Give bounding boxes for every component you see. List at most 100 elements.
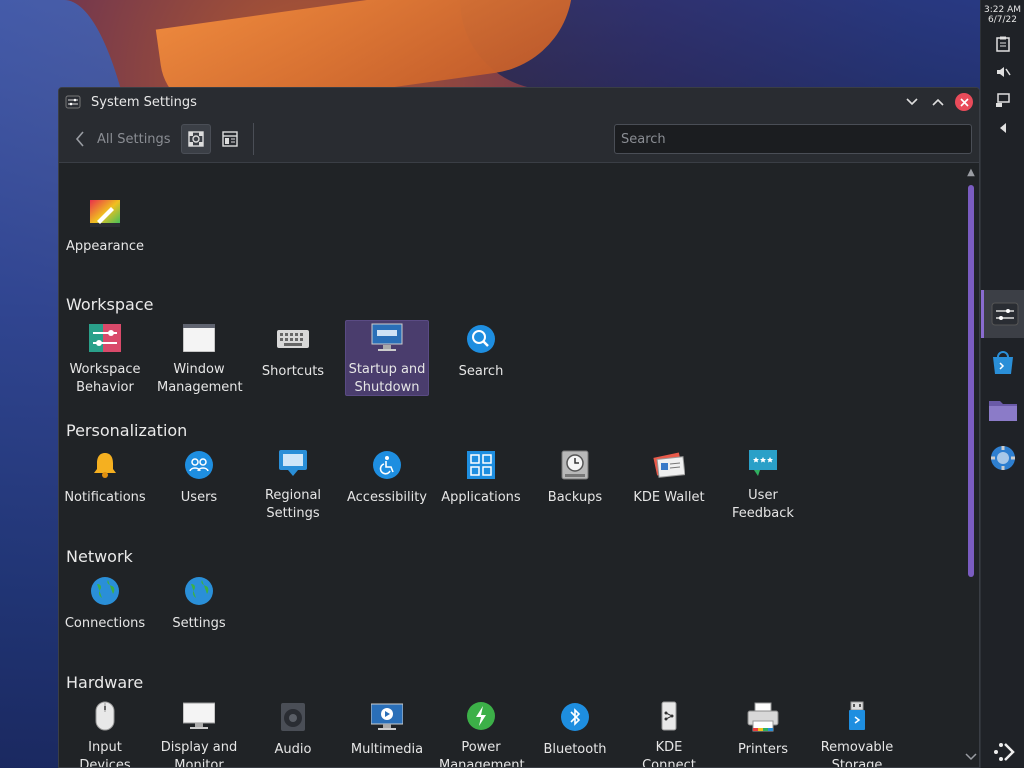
item-regional-settings[interactable]: Regional Settings: [251, 447, 335, 523]
item-accessibility[interactable]: Accessibility: [345, 447, 429, 523]
item-search[interactable]: Search: [439, 321, 523, 397]
volume-muted-icon[interactable]: [994, 63, 1012, 81]
chevron-up-icon: [932, 98, 944, 106]
item-connections[interactable]: Connections: [63, 573, 147, 649]
item-users[interactable]: Users: [157, 447, 241, 523]
clock[interactable]: 3:22 AM 6/7/22: [981, 0, 1024, 25]
item-label: Connections: [64, 616, 146, 631]
item-applications[interactable]: Applications: [439, 447, 523, 523]
close-icon: [959, 97, 969, 107]
item-label: Workspace Behavior: [69, 362, 141, 395]
item-label: Multimedia: [350, 742, 424, 757]
item-label: Regional Settings: [264, 488, 322, 521]
item-label: Settings: [172, 616, 226, 631]
item-notifications[interactable]: Notifications: [63, 447, 147, 523]
sidebar-view-button[interactable]: [215, 124, 245, 154]
item-startup-shutdown[interactable]: Startup and Shutdown: [345, 320, 429, 396]
users-icon: [183, 449, 215, 481]
titlebar[interactable]: System Settings: [59, 88, 979, 116]
item-user-feedback[interactable]: User Feedback: [721, 447, 805, 523]
item-audio[interactable]: Audio: [251, 699, 335, 767]
printer-icon: [747, 701, 779, 733]
power-icon: [465, 701, 497, 731]
item-label: KDE Connect: [642, 740, 696, 768]
item-label: Audio: [274, 742, 312, 757]
multimedia-icon: [371, 701, 403, 733]
clock-time: 3:22 AM: [984, 5, 1021, 15]
item-power-management[interactable]: Power Management: [439, 699, 525, 767]
item-label: Display and Monitor: [160, 740, 238, 768]
mouse-icon: [89, 701, 121, 731]
bluetooth-icon: [559, 701, 591, 733]
chevron-left-icon: [75, 131, 84, 147]
item-label: Users: [180, 490, 218, 505]
globe-icon: [89, 575, 121, 607]
folder-icon: [989, 401, 1017, 421]
item-label: Shortcuts: [261, 364, 325, 379]
item-display-monitor[interactable]: Display and Monitor: [157, 699, 241, 768]
item-label: Startup and Shutdown: [348, 362, 426, 395]
back-button[interactable]: All Settings: [75, 131, 171, 147]
item-label: Printers: [737, 742, 789, 757]
workspace-behavior-icon: [89, 323, 121, 353]
maximize-button[interactable]: [929, 93, 947, 111]
item-label: Search: [458, 364, 504, 379]
expand-tray-icon[interactable]: [994, 119, 1012, 137]
gear-globe-icon: [991, 446, 1015, 470]
search-icon: [465, 323, 497, 355]
item-network-settings[interactable]: Settings: [157, 573, 241, 649]
clipboard-icon[interactable]: [994, 35, 1012, 53]
usb-icon: [841, 701, 873, 731]
close-button[interactable]: [955, 93, 973, 111]
scrollbar-thumb[interactable]: [968, 185, 974, 577]
globe-icon: [183, 575, 215, 607]
item-label: KDE Wallet: [633, 490, 705, 505]
regional-icon: [277, 449, 309, 479]
scroll-down-icon[interactable]: [963, 753, 979, 765]
chevron-down-icon: [906, 98, 918, 106]
application-launcher-icon[interactable]: [993, 740, 1015, 761]
back-label: All Settings: [97, 131, 171, 147]
icon-view-button[interactable]: [180, 124, 211, 154]
item-bluetooth[interactable]: Bluetooth: [533, 699, 617, 767]
item-backups[interactable]: Backups: [533, 447, 617, 523]
item-appearance[interactable]: Appearance: [63, 196, 147, 272]
task-dolphin[interactable]: [981, 386, 1024, 434]
task-system-settings[interactable]: [981, 290, 1024, 338]
item-label: Removable Storage: [820, 740, 894, 768]
item-window-management[interactable]: Window Management: [157, 321, 243, 397]
item-label: Notifications: [64, 490, 146, 505]
search-input[interactable]: [614, 124, 972, 154]
section-title-personalization: Personalization: [66, 421, 188, 440]
minimize-button[interactable]: [903, 93, 921, 111]
item-multimedia[interactable]: Multimedia: [345, 699, 429, 767]
item-workspace-behavior[interactable]: Workspace Behavior: [63, 321, 147, 397]
settings-app-icon: [65, 95, 81, 109]
section-title-workspace: Workspace: [66, 295, 154, 314]
keyboard-icon: [277, 323, 309, 355]
section-title-hardware: Hardware: [66, 673, 144, 692]
window-management-icon: [183, 323, 215, 353]
scroll-up-icon[interactable]: ▲: [963, 167, 979, 179]
sidebar-view-icon: [221, 131, 238, 147]
network-icon[interactable]: [994, 91, 1012, 109]
appearance-icon: [89, 198, 121, 230]
item-printers[interactable]: Printers: [721, 699, 805, 767]
item-kde-connect[interactable]: KDE Connect: [627, 699, 711, 768]
item-shortcuts[interactable]: Shortcuts: [251, 321, 335, 397]
startup-icon: [371, 323, 403, 353]
item-input-devices[interactable]: Input Devices: [63, 699, 147, 767]
item-removable-storage[interactable]: Removable Storage: [815, 699, 899, 768]
item-label: Window Management: [157, 362, 243, 395]
item-label: Bluetooth: [543, 742, 607, 757]
window-title: System Settings: [91, 94, 197, 110]
item-label: User Feedback: [732, 488, 794, 521]
monitor-icon: [183, 701, 215, 731]
feedback-icon: [747, 449, 779, 479]
task-discover[interactable]: [981, 338, 1024, 386]
scrollbar[interactable]: ▲: [963, 163, 979, 767]
task-browser[interactable]: [981, 434, 1024, 482]
phone-icon: [653, 701, 685, 731]
system-tray: [981, 35, 1024, 137]
item-kde-wallet[interactable]: KDE Wallet: [627, 447, 711, 523]
